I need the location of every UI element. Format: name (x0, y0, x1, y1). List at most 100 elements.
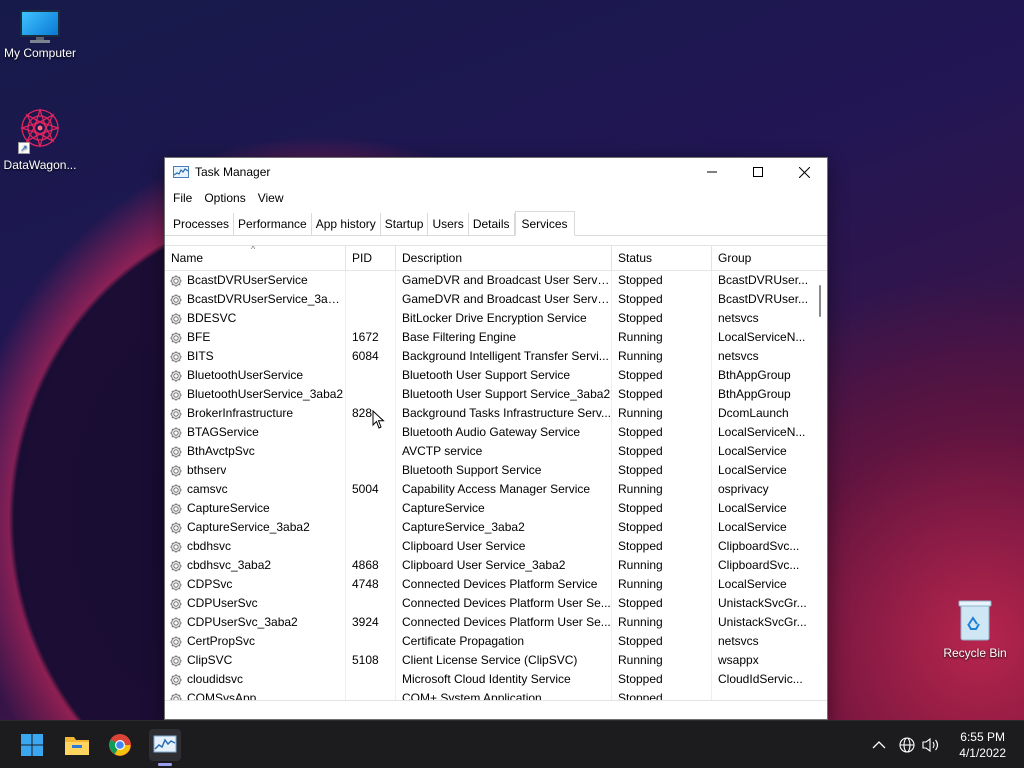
cell-pid: 6084 (346, 347, 396, 366)
cell-status: Running (612, 556, 712, 575)
cell-description: Bluetooth User Support Service (396, 366, 612, 385)
table-row[interactable]: BluetoothUserService_3aba2 Bluetooth User… (165, 385, 827, 404)
cell-name: cloudidsvc (165, 670, 346, 689)
cell-status: Stopped (612, 385, 712, 404)
table-row[interactable]: bthserv Bluetooth Support Service Stopped L… (165, 461, 827, 480)
menu-view[interactable]: View (252, 191, 290, 205)
cell-pid (346, 499, 396, 518)
taskbar-file-explorer[interactable] (61, 729, 93, 761)
maximize-button[interactable] (735, 158, 781, 186)
cell-status: Stopped (612, 442, 712, 461)
cell-pid (346, 385, 396, 404)
tab-performance[interactable]: Performance (234, 213, 312, 235)
desktop-icon-recycle-bin[interactable]: Recycle Bin (935, 598, 1015, 660)
menu-options[interactable]: Options (198, 191, 251, 205)
cell-name: BcastDVRUserService (165, 271, 346, 290)
desktop-icon-datawagon[interactable]: ↗ DataWagon... (0, 106, 80, 172)
column-header-pid[interactable]: PID (346, 246, 396, 271)
folder-icon (65, 737, 89, 755)
table-row[interactable]: ClipSVC 5108 Client License Service (ClipS… (165, 651, 827, 670)
cell-group: LocalService (718, 463, 787, 477)
table-row[interactable]: cbdhsvc_3aba2 4868 Clipboard User Service_… (165, 556, 827, 575)
network-globe-icon[interactable] (899, 737, 915, 753)
column-header-status[interactable]: Status (612, 246, 712, 271)
table-row[interactable]: BITS 6084 Background Intelligent Transfer … (165, 347, 827, 366)
service-gear-icon (170, 312, 182, 325)
tab-startup[interactable]: Startup (381, 213, 429, 235)
scrollbar-thumb[interactable] (819, 285, 821, 317)
taskbar-clock[interactable]: 6:55 PM 4/1/2022 (959, 729, 1006, 761)
cell-status: Running (612, 328, 712, 347)
taskbar-task-manager[interactable] (149, 729, 181, 761)
cell-pid: 1672 (346, 328, 396, 347)
cell-name: CDPUserSvc_3aba2 (165, 613, 346, 632)
cell-status: Stopped (612, 670, 712, 689)
datawagon-app-icon: ↗ (16, 106, 64, 154)
desktop-icon-my-computer[interactable]: My Computer (0, 10, 80, 60)
chevron-up-icon[interactable] (872, 740, 886, 750)
column-header-name[interactable]: ^ Name (165, 246, 346, 271)
tab-services[interactable]: Services (514, 211, 575, 236)
cell-status: Stopped (612, 537, 712, 556)
tab-processes[interactable]: Processes (169, 213, 235, 235)
service-gear-icon (170, 578, 182, 591)
table-row[interactable]: camsvc 5004 Capability Access Manager Serv… (165, 480, 827, 499)
cell-description: CaptureService (396, 499, 612, 518)
table-row[interactable]: BcastDVRUserService_3aba2 GameDVR and Bro… (165, 290, 827, 309)
service-gear-icon (170, 293, 182, 306)
table-row[interactable]: COMSysApp COM+ System Application Stopped (165, 689, 827, 700)
service-gear-icon (170, 559, 182, 572)
table-row[interactable]: BTAGService Bluetooth Audio Gateway Servi… (165, 423, 827, 442)
cell-status: Stopped (612, 594, 712, 613)
cell-pid (346, 537, 396, 556)
cell-status: Stopped (612, 632, 712, 651)
column-header-description[interactable]: Description (396, 246, 612, 271)
cell-group: DcomLaunch (718, 406, 789, 420)
table-row[interactable]: cloudidsvc Microsoft Cloud Identity Servi… (165, 670, 827, 689)
cell-description: GameDVR and Broadcast User Service (396, 271, 612, 290)
column-header-group[interactable]: Group (712, 246, 812, 271)
start-button[interactable] (16, 729, 48, 761)
cell-pid (346, 689, 396, 700)
tab-details[interactable]: Details (469, 213, 515, 235)
table-row[interactable]: CertPropSvc Certificate Propagation Stoppe… (165, 632, 827, 651)
cell-status: Running (612, 480, 712, 499)
minimize-button[interactable] (689, 158, 735, 186)
cell-status: Stopped (612, 518, 712, 537)
shortcut-arrow-icon: ↗ (18, 142, 30, 154)
cell-status: Stopped (612, 461, 712, 480)
taskbar-chrome[interactable] (104, 729, 136, 761)
close-button[interactable] (781, 158, 827, 186)
tab-app-history[interactable]: App history (312, 213, 381, 235)
tab-users[interactable]: Users (428, 213, 469, 235)
table-row[interactable]: BcastDVRUserService GameDVR and Broadcast… (165, 271, 827, 290)
table-row[interactable]: BthAvctpSvc AVCTP service Stopped LocalServ… (165, 442, 827, 461)
cell-group: netsvcs (718, 311, 759, 325)
cell-description: COM+ System Application (396, 689, 612, 700)
table-row[interactable]: CaptureService CaptureService Stopped Local… (165, 499, 827, 518)
table-row[interactable]: cbdhsvc Clipboard User Service Stopped Clip… (165, 537, 827, 556)
cell-description: Base Filtering Engine (396, 328, 612, 347)
table-header: ^ Name PID Description Status Group (165, 246, 827, 271)
service-gear-icon (170, 388, 182, 401)
table-row[interactable]: BrokerInfrastructure 828 Background Tasks … (165, 404, 827, 423)
table-row[interactable]: CaptureService_3aba2 CaptureService_3aba2… (165, 518, 827, 537)
table-row[interactable]: BluetoothUserService Bluetooth User Suppo… (165, 366, 827, 385)
cell-name: CaptureService (165, 499, 346, 518)
task-manager-icon (153, 735, 177, 753)
table-row[interactable]: CDPUserSvc Connected Devices Platform Use… (165, 594, 827, 613)
menu-file[interactable]: File (167, 191, 198, 205)
table-row[interactable]: CDPUserSvc_3aba2 3924 Connected Devices Pl… (165, 613, 827, 632)
window-footer (165, 700, 827, 719)
table-row[interactable]: CDPSvc 4748 Connected Devices Platform Ser… (165, 575, 827, 594)
clock-time: 6:55 PM (960, 730, 1005, 744)
table-row[interactable]: BDESVC BitLocker Drive Encryption Service… (165, 309, 827, 328)
table-row[interactable]: BFE 1672 Base Filtering Engine Running Local… (165, 328, 827, 347)
cell-pid (346, 366, 396, 385)
cell-description: Microsoft Cloud Identity Service (396, 670, 612, 689)
title-bar[interactable]: Task Manager (165, 158, 827, 186)
vertical-scrollbar[interactable] (812, 271, 827, 700)
cell-pid (346, 423, 396, 442)
cell-group: LocalServiceN... (718, 425, 806, 439)
volume-icon[interactable] (922, 737, 940, 753)
